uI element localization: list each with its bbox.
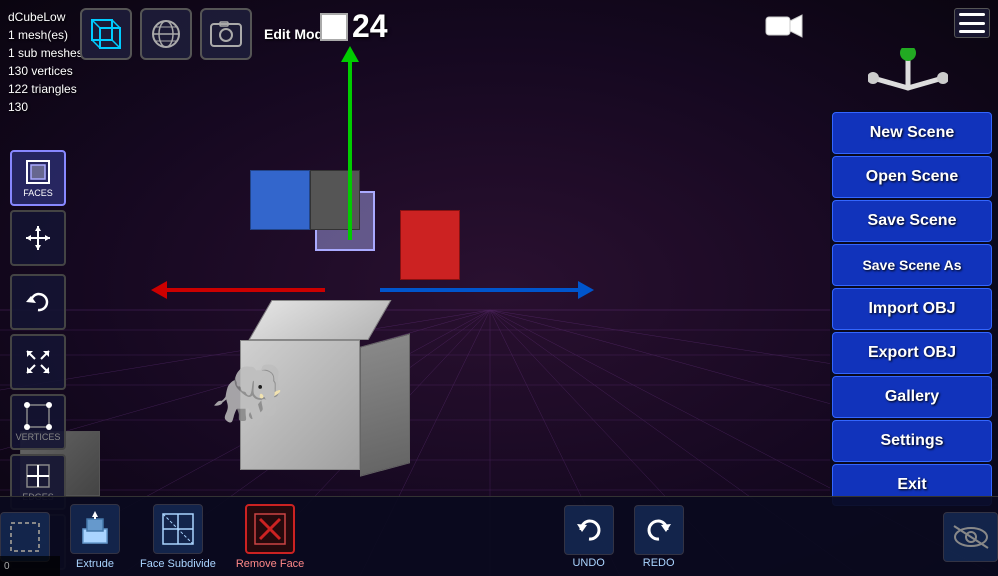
extrude-svg (77, 511, 113, 547)
triangles-count: 122 triangles (8, 80, 83, 98)
mesh-count: 1 mesh(es) (8, 26, 83, 44)
scale-button[interactable] (10, 334, 66, 390)
frame-counter: 24 (320, 8, 388, 45)
export-obj-button[interactable]: Export OBJ (832, 332, 992, 374)
redo-button[interactable]: REDO (634, 505, 684, 569)
hamburger-menu[interactable] (954, 8, 990, 38)
hamburger-line-1 (959, 13, 985, 16)
undo-icon (564, 505, 614, 555)
face-subdivide-icon (153, 504, 203, 554)
viewport[interactable]: dCubeLow 1 mesh(es) 1 sub meshes 130 ver… (0, 0, 998, 576)
mascot-character: 🐘 (210, 359, 285, 430)
move-icon (24, 224, 52, 252)
main-cube-top (248, 300, 391, 340)
blue-cube (250, 170, 310, 230)
remove-face-svg (252, 511, 288, 547)
redo-label: REDO (643, 557, 675, 569)
status-bar: 0 (0, 556, 60, 576)
faces-mode-button[interactable]: FACES (10, 150, 66, 206)
red-cube (400, 210, 460, 280)
object-name: dCubeLow (8, 8, 83, 26)
extrude-icon (70, 504, 120, 554)
face-subdivide-label: Face Subdivide (140, 558, 216, 570)
save-scene-as-button[interactable]: Save Scene As (832, 244, 992, 286)
screenshot-icon (208, 16, 244, 52)
faces-label: FACES (23, 188, 53, 198)
select-icon (8, 520, 42, 554)
undo-rotate-button[interactable] (10, 274, 66, 330)
vertices-mode-button[interactable]: VERTICES (10, 394, 66, 450)
scene-objects: 🐘 (180, 150, 480, 470)
redo-svg (643, 514, 675, 546)
blue-z-axis-arrow (380, 288, 580, 292)
vertices-label: VERTICES (16, 432, 61, 442)
main-cube-side (360, 333, 410, 476)
hamburger-line-2 (959, 22, 985, 25)
dark-gray-cube (310, 170, 360, 230)
info-panel: dCubeLow 1 mesh(es) 1 sub meshes 130 ver… (8, 8, 83, 116)
remove-face-icon (245, 504, 295, 554)
face-subdivide-button[interactable]: Face Subdivide (140, 504, 216, 570)
extrude-button[interactable]: Extrude (70, 504, 120, 570)
faces-icon (24, 158, 52, 186)
right-menu: New Scene Open Scene Save Scene Save Sce… (830, 110, 998, 508)
open-scene-button[interactable]: Open Scene (832, 156, 992, 198)
sub-meshes: 1 sub meshes (8, 44, 83, 62)
hamburger-line-3 (959, 30, 985, 33)
subdivide-svg (160, 511, 196, 547)
eye-slash-svg (951, 523, 991, 551)
vertices-count: 130 vertices (8, 62, 83, 80)
edit-mode-toolbar: Edit Mode (80, 8, 331, 60)
video-camera-icon (765, 12, 803, 40)
status-text: 0 (4, 561, 10, 572)
world-mode-button[interactable] (140, 8, 192, 60)
gallery-button[interactable]: Gallery (832, 376, 992, 418)
screenshot-button[interactable] (200, 8, 252, 60)
bottom-toolbar: Extrude Face Subdivide (0, 496, 998, 576)
cube-wireframe-icon (88, 16, 124, 52)
cube-mode-button[interactable] (80, 8, 132, 60)
frame-square (320, 13, 348, 41)
undo-button[interactable]: UNDO (564, 505, 614, 569)
globe-icon (148, 16, 184, 52)
new-scene-button[interactable]: New Scene (832, 112, 992, 154)
move-button[interactable] (10, 210, 66, 266)
import-obj-button[interactable]: Import OBJ (832, 288, 992, 330)
edges-icon (24, 462, 52, 490)
extrude-label: Extrude (76, 558, 114, 570)
undo-label: UNDO (572, 557, 604, 569)
redo-icon (634, 505, 684, 555)
red-x-axis-arrow (165, 288, 325, 292)
scale-icon (24, 348, 52, 376)
visibility-toggle-button[interactable] (943, 512, 998, 562)
remove-face-button[interactable]: Remove Face (236, 504, 304, 570)
save-scene-button[interactable]: Save Scene (832, 200, 992, 242)
green-y-axis-arrow (348, 60, 352, 240)
vertices-icon (24, 402, 52, 430)
camera-button[interactable] (765, 12, 803, 47)
rotate-undo-icon (23, 287, 53, 317)
remove-face-label: Remove Face (236, 558, 304, 570)
visibility-icon (943, 512, 998, 562)
select-tool-icon (0, 512, 50, 562)
frame-number: 24 (352, 8, 388, 45)
extra-info: 130 (8, 98, 83, 116)
settings-button[interactable]: Settings (832, 420, 992, 462)
undo-svg (573, 514, 605, 546)
select-tool-button[interactable] (0, 512, 50, 562)
